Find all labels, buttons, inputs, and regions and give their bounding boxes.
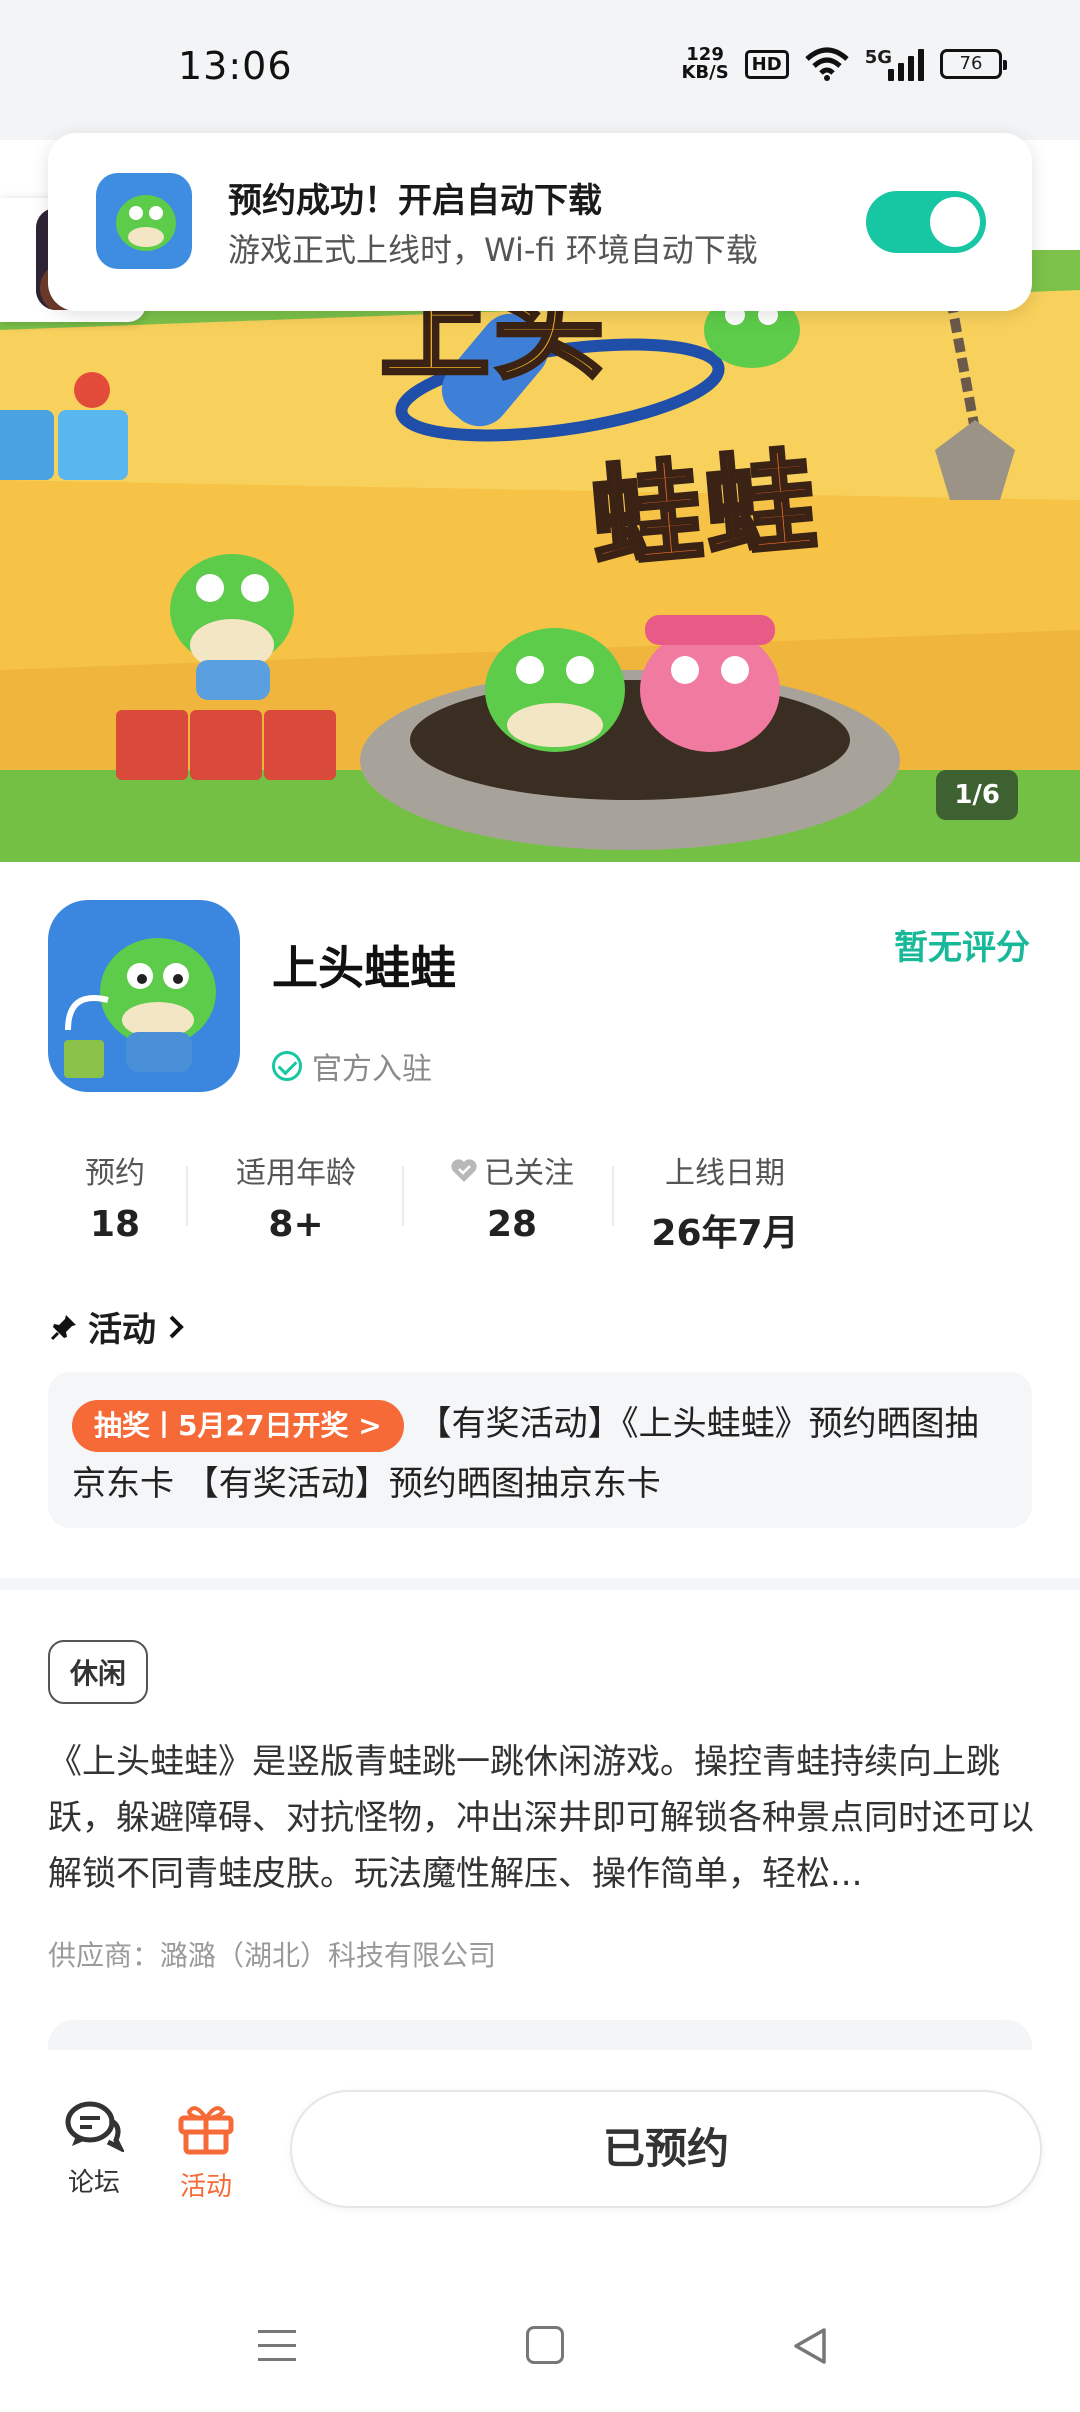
app-icon [48, 900, 240, 1092]
toast-subtitle: 游戏正式上线时，Wi-fi 环境自动下载 [228, 231, 758, 269]
stat-value: 8+ [268, 1204, 324, 1245]
stat-release-date: 上线日期 26年7月 [640, 1148, 810, 1256]
nav-forum-label: 论坛 [67, 2168, 120, 2198]
activity-text-block: 抽奖丨5月27日开奖 > 【有奖活动】《上头蛙蛙》预约晒图抽京东卡 【有奖活动】预… [72, 1394, 1008, 1514]
heart-icon [451, 1159, 477, 1182]
verified-check-icon [272, 1051, 302, 1081]
stat-divider [186, 1166, 188, 1226]
toast-title: 预约成功！开启自动下载 [228, 181, 602, 221]
stat-age: 适用年龄 8+ [216, 1148, 376, 1245]
nav-activity-label: 活动 [179, 2172, 232, 2202]
hero-pager: 1/6 [936, 770, 1018, 820]
back-icon[interactable] [790, 2326, 830, 2366]
wifi-icon [805, 47, 849, 81]
hd-icon: HD [744, 49, 789, 79]
genre-tag[interactable]: 休闲 [48, 1640, 149, 1704]
stat-label: 已关注 [432, 1148, 592, 1192]
home-icon[interactable] [526, 2326, 564, 2364]
gift-icon [178, 2106, 234, 2155]
stats-row: 预约 18 适用年龄 8+ 已关注 28 上线日期 26年7月 [40, 1148, 840, 1254]
app-name: 上头蛙蛙 [272, 941, 456, 995]
activity-heading: 活动 [88, 1310, 156, 1350]
stat-reservations: 预约 18 [60, 1148, 170, 1245]
stat-label: 预约 [85, 1156, 145, 1191]
network-type: 5G [864, 47, 892, 68]
bottom-action-bar: 论坛 活动 已预约 [0, 2050, 1080, 2220]
stat-followers[interactable]: 已关注 28 [432, 1148, 592, 1245]
app-detail-page: 13:06 129 KB/S HD 5G 76 上头 蛙蛙 1/6 预约成功！开… [0, 0, 1080, 2412]
network-speed: 129 KB/S [681, 46, 728, 82]
network-speed-unit: KB/S [681, 62, 729, 83]
stat-value: 26年7月 [651, 1213, 799, 1254]
pin-icon [50, 1314, 76, 1340]
official-badge: 官方入驻 [272, 1044, 432, 1088]
game-description[interactable]: 《上头蛙蛙》是竖版青蛙跳一跳休闲游戏。操控青蛙持续向上跳跃，躲避障碍、对抗怪物，… [48, 1734, 1038, 1902]
nav-forum[interactable]: 论坛 [54, 2100, 134, 2199]
stat-value: 18 [89, 1204, 141, 1245]
stat-label: 适用年龄 [236, 1156, 356, 1191]
stat-label: 上线日期 [665, 1156, 785, 1191]
official-badge-label: 官方入驻 [312, 1052, 432, 1087]
hero-banner[interactable]: 上头 蛙蛙 1/6 [0, 250, 1080, 862]
reserve-success-toast: 预约成功！开启自动下载 游戏正式上线时，Wi-fi 环境自动下载 [48, 133, 1032, 311]
status-time: 13:06 [178, 44, 293, 88]
chevron-right-icon [169, 1315, 184, 1338]
section-divider [0, 1578, 1080, 1590]
activity-header[interactable]: 活动 [50, 1302, 186, 1351]
menu-icon[interactable] [258, 2330, 296, 2372]
status-bar: 13:06 129 KB/S HD 5G 76 [0, 0, 1080, 140]
status-icons: 129 KB/S HD 5G 76 [681, 46, 1007, 82]
toast-app-icon [96, 173, 192, 269]
lottery-tag[interactable]: 抽奖丨5月27日开奖 > [72, 1399, 404, 1452]
battery-icon: 76 [940, 49, 1007, 79]
auto-download-toggle[interactable] [866, 191, 986, 253]
stat-value: 28 [486, 1204, 538, 1245]
forum-icon [65, 2101, 126, 2154]
stat-divider [402, 1166, 404, 1226]
hero-title-line2: 蛙蛙 [584, 434, 826, 585]
signal-icon: 5G [865, 47, 924, 81]
supplier-info: 供应商：潞潞（湖北）科技有限公司 [48, 1939, 497, 1972]
activity-card[interactable]: 抽奖丨5月27日开奖 > 【有奖活动】《上头蛙蛙》预约晒图抽京东卡 【有奖活动】预… [48, 1372, 1032, 1528]
rating-label: 暂无评分 [894, 928, 1030, 968]
nav-activity[interactable]: 活动 [166, 2100, 246, 2203]
reserved-button[interactable]: 已预约 [290, 2090, 1042, 2208]
system-nav-bar [0, 2270, 1080, 2412]
stat-divider [612, 1166, 614, 1226]
